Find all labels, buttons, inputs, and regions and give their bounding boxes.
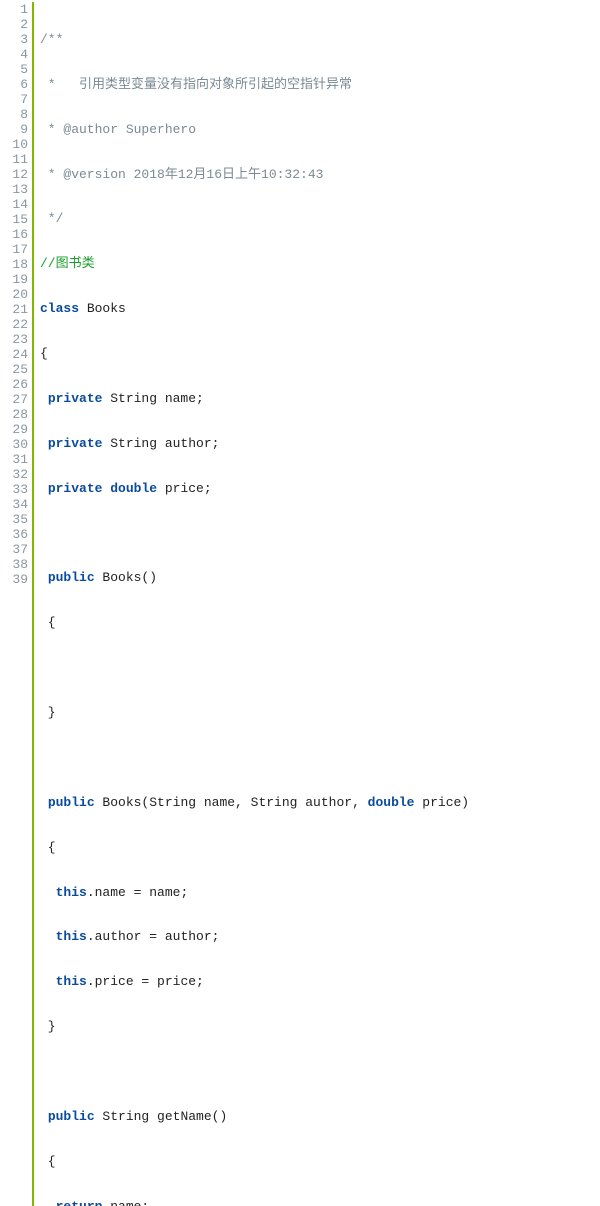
line-number-gutter: 1 2 3 4 5 6 7 8 9 10 11 12 13 14 15 16 1… [0,2,32,1206]
line-number: 11 [0,152,28,167]
code-line: public String getName() [40,1109,469,1124]
line-number: 4 [0,47,28,62]
line-number: 23 [0,332,28,347]
code-line: { [40,1154,469,1169]
line-number: 31 [0,452,28,467]
line-number: 3 [0,32,28,47]
line-number: 15 [0,212,28,227]
line-number: 8 [0,107,28,122]
line-number: 12 [0,167,28,182]
line-number: 35 [0,512,28,527]
line-number: 39 [0,572,28,587]
code-line: private String author; [40,436,469,451]
line-number: 7 [0,92,28,107]
line-number: 33 [0,482,28,497]
line-number: 20 [0,287,28,302]
code-line: */ [40,211,469,226]
line-number: 19 [0,272,28,287]
code-line: /** [40,32,469,47]
code-line: public Books() [40,570,469,585]
line-number: 28 [0,407,28,422]
line-number: 21 [0,302,28,317]
line-number: 30 [0,437,28,452]
code-line: } [40,1019,469,1034]
line-number: 16 [0,227,28,242]
code-line [40,750,469,765]
line-number: 25 [0,362,28,377]
line-number: 1 [0,2,28,17]
line-number: 17 [0,242,28,257]
line-number: 18 [0,257,28,272]
code-line: this.price = price; [40,974,469,989]
code-line: private String name; [40,391,469,406]
line-number: 38 [0,557,28,572]
code-line: { [40,840,469,855]
code-line: private double price; [40,481,469,496]
code-area: /** * 引用类型变量没有指向对象所引起的空指针异常 * @author Su… [40,2,469,1206]
code-editor: 1 2 3 4 5 6 7 8 9 10 11 12 13 14 15 16 1… [0,0,600,1206]
line-number: 26 [0,377,28,392]
code-line: { [40,346,469,361]
line-number: 29 [0,422,28,437]
line-number: 22 [0,317,28,332]
code-line: this.name = name; [40,885,469,900]
code-line: return name; [40,1199,469,1206]
line-number: 5 [0,62,28,77]
line-number: 24 [0,347,28,362]
code-line: //图书类 [40,256,469,271]
line-number: 10 [0,137,28,152]
code-line: * 引用类型变量没有指向对象所引起的空指针异常 [40,77,469,92]
line-number: 2 [0,17,28,32]
code-line [40,526,469,541]
code-line [40,1064,469,1079]
code-line: this.author = author; [40,929,469,944]
code-line: class Books [40,301,469,316]
line-number: 9 [0,122,28,137]
code-line: * @author Superhero [40,122,469,137]
code-line [40,660,469,675]
line-number: 14 [0,197,28,212]
code-line: * @version 2018年12月16日上午10:32:43 [40,167,469,182]
line-number: 13 [0,182,28,197]
line-number: 34 [0,497,28,512]
line-number: 32 [0,467,28,482]
line-number: 37 [0,542,28,557]
line-number: 36 [0,527,28,542]
code-line: { [40,615,469,630]
gutter-border [32,2,34,1206]
code-line: public Books(String name, String author,… [40,795,469,810]
line-number: 27 [0,392,28,407]
code-line: } [40,705,469,720]
line-number: 6 [0,77,28,92]
